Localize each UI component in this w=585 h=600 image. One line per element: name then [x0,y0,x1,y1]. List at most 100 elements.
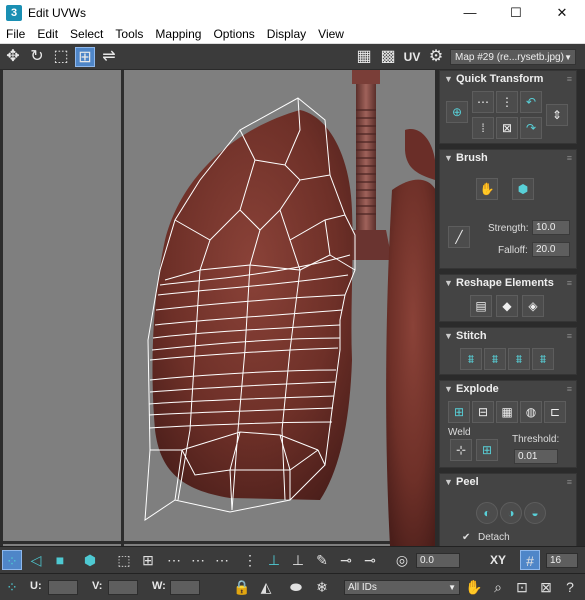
menu-view[interactable]: View [312,27,350,41]
brush-header[interactable]: ▼ Brush ≡ [440,150,576,166]
threshold-spinner[interactable]: 0.01 [514,449,558,464]
peel-rollout: ▼ Peel ≡ ◐ ◑ ◒ ✔ Detach [439,473,577,546]
help-icon[interactable]: ? [560,577,580,597]
element-mode-icon[interactable]: ⬢ [80,550,100,570]
filter-icon[interactable]: ⬬ [286,577,306,597]
show-hide-icon[interactable]: ◭ [256,577,276,597]
ring-icon[interactable]: ⋮ [240,550,260,570]
grid-value-field[interactable]: 16 [546,553,578,568]
lock-icon[interactable]: 🔒 [232,577,252,597]
grid-snap-icon[interactable]: # [520,550,540,570]
menu-options[interactable]: Options [207,27,260,41]
stitch-custom-icon[interactable]: ⩩ [532,348,554,370]
map-select[interactable]: Map #29 (re...rysetb.jpg) ▼ [450,49,576,65]
flatten-by-material-icon[interactable]: ⊏ [544,401,566,423]
select-by-element-icon[interactable]: ⬚ [114,550,134,570]
straighten-selection-icon[interactable]: ▤ [470,295,492,317]
minimize-button[interactable]: — [447,0,493,25]
freeze-icon[interactable]: ❄ [312,577,332,597]
distribute-horizontal-icon[interactable]: ⁞ [472,117,494,139]
u-field[interactable] [48,580,78,595]
explode-header[interactable]: ▼ Explode ≡ [440,381,576,397]
shrink-selection-icon[interactable]: ⋯ [164,550,184,570]
align-vertical-icon[interactable]: ⋮ [496,91,518,113]
shrink-brush-icon[interactable]: ⊸ [360,550,380,570]
pan-icon[interactable]: ✋ [464,577,484,597]
distribute-grid-icon[interactable]: ⊠ [496,117,518,139]
zoom-icon[interactable]: ⌕ [488,577,508,597]
peel-header[interactable]: ▼ Peel ≡ [440,474,576,490]
scale-icon[interactable]: ⬚ [51,47,71,67]
paint-move-icon[interactable]: ✋ [476,178,498,200]
strength-spinner[interactable]: 10.0 [532,220,570,235]
rotate-value-field[interactable]: 0.0 [416,553,460,568]
expand-loop-icon[interactable]: ⋯ [188,550,208,570]
pivot-icon[interactable]: ⊕ [446,101,468,123]
detach-checkbox[interactable]: ✔ [462,532,470,543]
rotate-ccw-icon[interactable]: ↶ [520,91,542,113]
stitch-header[interactable]: ▼ Stitch ≡ [440,328,576,344]
break-icon[interactable]: ⊞ [448,401,470,423]
menu-tools[interactable]: Tools [109,27,149,41]
close-button[interactable]: ✕ [539,0,585,25]
relax-icon[interactable]: ◈ [522,295,544,317]
relax-until-flat-icon[interactable]: ◆ [496,295,518,317]
stitch-average-icon[interactable]: ⩩ [484,348,506,370]
zoom-extents-icon[interactable]: ⊠ [536,577,556,597]
brush-stroke-icon[interactable]: ╱ [448,226,470,248]
shrink-loop-icon[interactable]: ⋯ [212,550,232,570]
material-ids-select[interactable]: All IDs ▼ [344,580,460,595]
peel-mode-icon[interactable]: ◑ [500,502,522,524]
strength-label: Strength: [488,223,529,234]
explode-rollout: ▼ Explode ≡ ⊞ ⊟ ▦ ◍ ⊏ Weld ⊹ ⊞ Threshold… [439,380,577,468]
weld-selected-icon[interactable]: ⊹ [450,439,472,461]
quick-transform-header[interactable]: ▼ Quick Transform ≡ [440,71,576,87]
relax-brush-icon[interactable]: ⬢ [512,178,534,200]
v-field[interactable] [108,580,138,595]
edge-mode-icon[interactable]: ◁ [26,550,46,570]
menu-select[interactable]: Select [64,27,109,41]
weld-allsel-icon[interactable]: ⊞ [476,439,498,461]
uv-label[interactable]: UV [402,47,422,67]
stitch-to-source-icon[interactable]: ⩩ [508,348,530,370]
grow-ring-icon[interactable]: ⊥ [264,550,284,570]
align-horizontal-icon[interactable]: ⋯ [472,91,494,113]
mirror-icon[interactable]: ⇌ [99,47,119,67]
freeform-icon[interactable]: ⊞ [75,47,95,67]
chevron-down-icon: ▼ [564,53,572,62]
panel-scrollbar[interactable] [578,70,585,546]
rotate-dial-icon[interactable]: ◎ [392,550,412,570]
zoom-region-icon[interactable]: ⊡ [512,577,532,597]
weld-label: Weld [448,427,471,438]
grow-selection-icon[interactable]: ⊞ [138,550,158,570]
quick-peel-icon[interactable]: ◐ [476,502,498,524]
flatten-by-polygon-icon[interactable]: ▦ [496,401,518,423]
coordinate-mode-icon[interactable]: ⁘ [2,577,22,597]
menu-edit[interactable]: Edit [31,27,64,41]
menu-display[interactable]: Display [261,27,312,41]
menu-file[interactable]: File [0,27,31,41]
polygon-mode-icon[interactable]: ■ [50,550,70,570]
flatten-by-smoothing-icon[interactable]: ◍ [520,401,542,423]
rotate-cw-icon[interactable]: ↷ [520,117,542,139]
pattern-icon[interactable]: ▩ [378,47,398,67]
move-icon[interactable]: ✥ [3,47,23,67]
maximize-button[interactable]: ☐ [493,0,539,25]
reshape-elements-header[interactable]: ▼ Reshape Elements ≡ [440,275,576,291]
uv-viewport[interactable] [0,70,435,546]
shrink-ring-icon[interactable]: ⊥ [288,550,308,570]
enlarge-brush-icon[interactable]: ⊸ [336,550,356,570]
reset-peel-icon[interactable]: ◒ [524,502,546,524]
menu-mapping[interactable]: Mapping [149,27,207,41]
rotate-icon[interactable]: ↻ [27,47,47,67]
vertex-mode-icon[interactable]: ⁘ [2,550,22,570]
falloff-spinner[interactable]: 20.0 [532,242,570,257]
checker-icon[interactable]: ▦ [354,47,374,67]
detach-edge-icon[interactable]: ⊟ [472,401,494,423]
straighten-icon[interactable]: ⇕ [546,104,568,126]
stitch-to-target-icon[interactable]: ⩩ [460,348,482,370]
settings-icon[interactable]: ⚙ [426,47,446,67]
xy-label[interactable]: XY [490,553,506,567]
w-field[interactable] [170,580,200,595]
paint-select-icon[interactable]: ✎ [312,550,332,570]
